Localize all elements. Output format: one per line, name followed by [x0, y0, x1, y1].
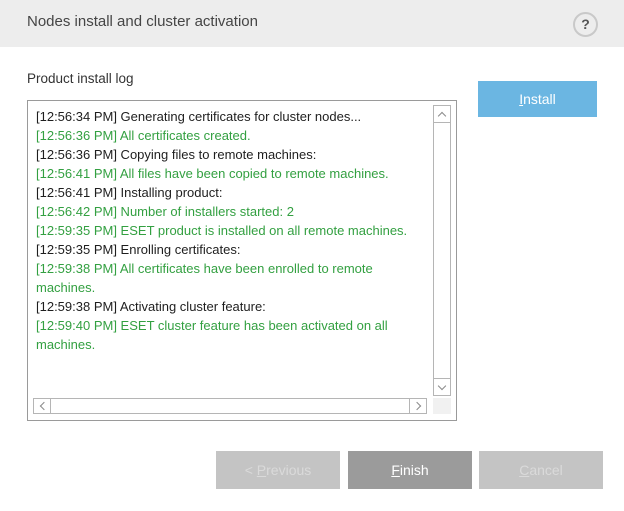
vertical-scrollbar [433, 105, 451, 396]
product-install-log-label: Product install log [27, 71, 134, 86]
scroll-left-button[interactable] [33, 398, 51, 414]
log-line: [12:56:41 PM] Installing product: [36, 183, 424, 202]
scroll-up-button[interactable] [433, 105, 451, 123]
log-line: [12:56:36 PM] All certificates created. [36, 126, 424, 145]
log-line: [12:59:35 PM] ESET product is installed … [36, 221, 424, 240]
log-line: [12:56:36 PM] Copying files to remote ma… [36, 145, 424, 164]
log-line: [12:59:38 PM] Activating cluster feature… [36, 297, 424, 316]
log-line: [12:56:42 PM] Number of installers start… [36, 202, 424, 221]
horizontal-scrollbar-thumb[interactable] [50, 398, 410, 414]
vertical-scrollbar-thumb[interactable] [433, 122, 451, 379]
horizontal-scrollbar [33, 398, 427, 414]
log-line: [12:56:34 PM] Generating certificates fo… [36, 107, 424, 126]
chevron-up-icon [438, 111, 446, 119]
dialog-title: Nodes install and cluster activation [27, 13, 258, 30]
dialog-header: Nodes install and cluster activation ? [0, 0, 624, 47]
previous-button[interactable]: < Previous [216, 451, 340, 489]
dialog-window: Nodes install and cluster activation ? P… [0, 0, 624, 511]
install-button[interactable]: Install [478, 81, 597, 117]
chevron-left-icon [39, 402, 47, 410]
question-mark-icon: ? [581, 16, 590, 32]
log-line: [12:56:41 PM] All files have been copied… [36, 164, 424, 183]
help-button[interactable]: ? [573, 12, 598, 37]
finish-button[interactable]: Finish [348, 451, 472, 489]
scrollbar-corner [433, 398, 451, 414]
chevron-down-icon [438, 382, 446, 390]
log-line: [12:59:35 PM] Enrolling certificates: [36, 240, 424, 259]
chevron-right-icon [413, 402, 421, 410]
scroll-down-button[interactable] [433, 378, 451, 396]
log-line: [12:59:38 PM] All certificates have been… [36, 259, 424, 297]
log-line: [12:59:40 PM] ESET cluster feature has b… [36, 316, 424, 354]
cancel-button[interactable]: Cancel [479, 451, 603, 489]
log-text-area[interactable]: [12:56:34 PM] Generating certificates fo… [28, 101, 424, 392]
scroll-right-button[interactable] [409, 398, 427, 414]
product-install-log-box: [12:56:34 PM] Generating certificates fo… [27, 100, 457, 421]
